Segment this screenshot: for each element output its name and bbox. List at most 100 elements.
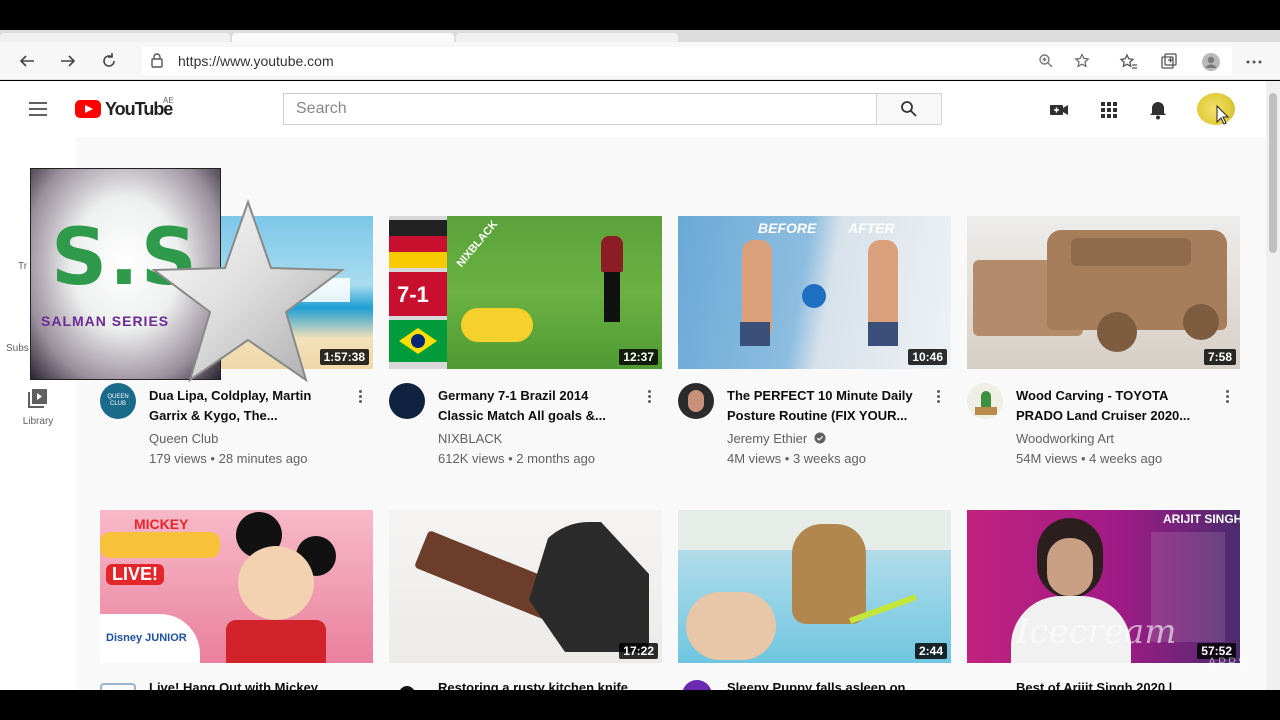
star-icon[interactable] [1074,53,1090,69]
video-title[interactable]: Best of Arijit Singh 2020 | [1016,680,1172,690]
favorites-icon[interactable] [1118,52,1138,72]
video-title[interactable]: Live! Hang Out with Mickey [149,680,318,690]
channel-name[interactable]: Jeremy Ethier [727,431,826,446]
video-title[interactable]: Restoring a rusty kitchen knife [438,680,628,690]
address-url: https://www.youtube.com [178,53,334,69]
create-video-icon[interactable] [1048,99,1070,121]
video-meta: 179 views • 28 minutes ago [149,451,308,466]
video-menu-icon[interactable] [934,388,942,406]
profile-icon[interactable] [1201,52,1221,72]
video-menu-icon[interactable] [645,388,653,406]
video-duration: 17:22 [619,643,658,659]
video-thumbnail[interactable]: 7:58 [967,216,1240,369]
forward-button[interactable] [55,48,81,74]
recorder-watermark: Icecream [1016,612,1177,652]
video-thumbnail[interactable]: BEFORE AFTER 10:46 [678,216,951,369]
video-title-line: The PERFECT 10 Minute Daily [727,388,913,403]
video-meta: 612K views • 2 months ago [438,451,596,466]
video-title[interactable]: Wood Carving - TOYOTA PRADO Land Cruiser… [1016,386,1216,426]
cursor-icon [1216,105,1230,125]
thumbnail-text: MICKEY [134,516,189,532]
channel-name-text: Jeremy Ethier [727,431,808,446]
video-thumbnail[interactable]: 7-1 NIXBLACK 12:37 [389,216,662,369]
recorder-watermark-sub: APPS [1208,655,1249,669]
refresh-button[interactable] [96,48,122,74]
video-menu-icon[interactable] [356,388,364,406]
channel-avatar[interactable] [100,683,136,690]
youtube-play-icon [75,100,101,118]
video-duration: 2:44 [914,643,947,659]
video-title[interactable]: Sleepy Puppy falls asleep on [727,680,905,690]
guide-item-label: Tr [18,261,28,272]
guide-item-label: Library [22,416,54,427]
video-duration: 7:58 [1203,349,1236,365]
lock-icon [151,53,163,68]
search-placeholder: Search [296,100,347,117]
video-title-line: Germany 7-1 Brazil 2014 [438,388,589,403]
video-title[interactable]: Germany 7-1 Brazil 2014 Classic Match Al… [438,386,638,426]
browser-tab-active[interactable] [232,33,454,42]
back-button[interactable] [14,48,40,74]
star-graphic-icon [151,198,345,383]
video-title-line: Garrix & Kygo, The... [149,408,278,423]
thumbnail-text: NIXBLACK [454,218,501,270]
screen: https://www.youtube.com YouTube AE Searc… [0,0,1280,720]
channel-avatar[interactable] [399,686,415,690]
menu-button[interactable] [26,97,50,121]
channel-avatar[interactable]: QUEEN CLUB [100,383,136,419]
browser-tab-strip [0,30,1280,42]
notifications-bell-icon[interactable] [1147,99,1169,121]
video-meta: 54M views • 4 weeks ago [1016,451,1163,466]
arrow-right-icon [61,55,76,67]
video-meta: 4M views • 3 weeks ago [727,451,866,466]
channel-name[interactable]: NIXBLACK [438,431,502,446]
video-thumbnail[interactable]: MICKEY LIVE! Disney JUNIOR [100,510,373,663]
video-title[interactable]: Dua Lipa, Coldplay, Martin Garrix & Kygo… [149,386,349,426]
video-thumbnail[interactable]: 17:22 [389,510,662,663]
thumbnail-after-label: AFTER [848,220,895,236]
search-button[interactable] [876,93,942,125]
channel-avatar-text: QUEEN CLUB [107,394,129,407]
browser-tab[interactable] [0,33,230,42]
video-title-line: Dua Lipa, Coldplay, Martin [149,388,312,403]
account-avatar[interactable] [1197,93,1235,125]
more-icon[interactable] [1244,52,1264,72]
browser-tab[interactable] [456,33,678,42]
channel-name[interactable]: Queen Club [149,431,218,446]
video-title-line: Posture Routine (FIX YOUR... [727,408,908,423]
video-title-line: Wood Carving - TOYOTA [1016,388,1169,403]
thumbnail-brand: Disney JUNIOR [106,632,187,644]
refresh-icon [103,53,115,67]
guide-item-label: Subs [6,343,29,354]
guide-item-library[interactable]: Library [0,386,76,427]
video-title[interactable]: The PERFECT 10 Minute Daily Posture Rout… [727,386,927,426]
logo-country: AE [163,96,174,105]
collections-icon[interactable] [1159,52,1179,72]
video-menu-icon[interactable] [1223,388,1231,406]
scrollbar-thumb[interactable] [1269,93,1277,253]
youtube-page: YouTube AE Search Tr Subs Library 1:57:3… [0,81,1266,690]
search-icon [901,101,917,117]
video-title-line: PRADO Land Cruiser 2020... [1016,408,1191,423]
video-thumbnail[interactable]: 2:44 [678,510,951,663]
channel-name[interactable]: Woodworking Art [1016,431,1114,446]
verified-check-icon [814,432,826,444]
thumbnail-live-badge: LIVE! [106,564,165,585]
channel-avatar[interactable] [682,680,712,690]
address-bar[interactable]: https://www.youtube.com [142,47,1232,75]
apps-icon[interactable] [1098,99,1120,121]
search-input[interactable]: Search [283,93,877,125]
arrow-left-icon [19,55,34,67]
thumbnail-text: ARIJIT SINGH [1163,512,1240,526]
page-scrollbar[interactable] [1266,81,1280,690]
youtube-header: YouTube AE Search [0,81,1266,137]
channel-avatar[interactable] [389,383,425,419]
zoom-icon[interactable] [1038,53,1054,69]
channel-avatar[interactable] [678,383,714,419]
thumbnail-before-label: BEFORE [758,220,817,236]
thumbnail-score: 7-1 [397,282,429,307]
video-duration: 12:37 [619,349,658,365]
video-title-line: Classic Match All goals &... [438,408,606,423]
channel-avatar[interactable] [967,383,1003,419]
browser-toolbar: https://www.youtube.com [0,42,1280,80]
